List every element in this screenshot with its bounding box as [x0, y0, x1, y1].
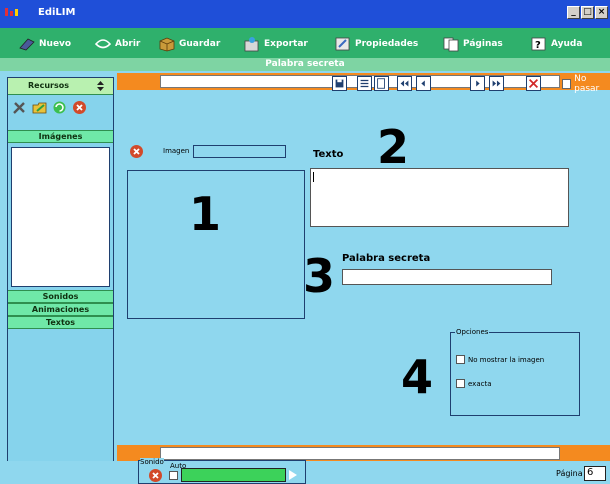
help-icon: ?	[531, 37, 546, 51]
checkbox-box[interactable]	[562, 79, 572, 89]
exacta-checkbox[interactable]: exacta	[456, 379, 492, 388]
main-toolbar: Nuevo Abrir Guardar Exportar Propiedades…	[0, 28, 610, 58]
option-label: exacta	[468, 379, 492, 388]
options-group: Opciones No mostrar la imagen exacta	[450, 328, 580, 416]
page-number[interactable]: 6	[584, 466, 606, 481]
palabra-secreta-input[interactable]	[342, 269, 552, 285]
toolbar-label: Nuevo	[39, 39, 72, 49]
toolbar-propiedades-button[interactable]: Propiedades	[334, 35, 418, 53]
remove-image-icon[interactable]	[129, 144, 144, 159]
play-icon[interactable]	[289, 470, 297, 480]
delete-page-icon[interactable]	[526, 76, 541, 91]
tab-textos[interactable]: Textos	[8, 316, 113, 329]
save-page-icon[interactable]	[332, 76, 347, 91]
title-bar: EdiLIM _ □ ×	[0, 0, 610, 28]
app-icon	[5, 8, 18, 16]
toolbar-nuevo-button[interactable]: Nuevo	[18, 35, 71, 53]
new-page-icon[interactable]	[374, 76, 389, 91]
tab-imagenes[interactable]: Imágenes	[8, 130, 113, 143]
resources-header[interactable]: Recursos	[8, 78, 113, 95]
marker-4: 4	[401, 350, 434, 404]
export-icon	[244, 37, 259, 52]
window-title: EdiLIM	[38, 7, 76, 18]
palabra-secreta-label: Palabra secreta	[342, 253, 431, 264]
open-folder-icon[interactable]	[32, 100, 47, 115]
toolbar-label: Páginas	[463, 39, 503, 49]
minimize-button[interactable]: _	[567, 6, 580, 19]
no-pasar-label: No pasar	[574, 74, 600, 94]
new-icon	[19, 38, 35, 51]
toolbar-label: Ayuda	[551, 39, 583, 49]
toolbar-guardar-button[interactable]: Guardar	[158, 35, 220, 53]
toolbar-exportar-button[interactable]: Exportar	[243, 35, 308, 53]
updown-icon[interactable]	[96, 80, 105, 92]
tab-animaciones[interactable]: Animaciones	[8, 303, 113, 316]
maximize-button[interactable]: □	[581, 6, 594, 19]
open-icon	[94, 39, 112, 49]
toolbar-label: Propiedades	[355, 39, 419, 49]
bottom-text-field[interactable]	[160, 447, 560, 460]
save-icon	[159, 37, 175, 52]
remove-sound-icon[interactable]	[148, 468, 163, 483]
prev-page-icon[interactable]	[416, 76, 431, 91]
no-pasar-checkbox[interactable]: No pasar	[562, 74, 610, 94]
toolbar-label: Exportar	[264, 39, 308, 49]
next-page-icon[interactable]	[470, 76, 485, 91]
toolbar-label: Guardar	[179, 39, 221, 49]
refresh-icon[interactable]	[52, 100, 67, 115]
svg-text:?: ?	[535, 40, 541, 51]
properties-icon	[335, 37, 350, 51]
resources-sidebar: Recursos Imágenes Sonidos Animaciones Te…	[7, 77, 114, 462]
option-label: No mostrar la imagen	[468, 355, 545, 364]
resources-label: Recursos	[28, 81, 69, 90]
text-caret	[313, 172, 314, 182]
last-page-icon[interactable]	[489, 76, 504, 91]
delete-icon[interactable]	[72, 100, 87, 115]
first-page-icon[interactable]	[397, 76, 412, 91]
page-label: Página	[556, 469, 583, 478]
marker-3: 3	[303, 249, 336, 303]
section-title: Palabra secreta	[0, 58, 610, 71]
sound-legend: Sonido	[140, 458, 164, 466]
toolbar-abrir-button[interactable]: Abrir	[94, 35, 140, 53]
toolbar-paginas-button[interactable]: Páginas	[442, 35, 503, 53]
tab-sonidos[interactable]: Sonidos	[8, 290, 113, 303]
options-legend: Opciones	[455, 328, 490, 336]
marker-2: 2	[377, 120, 410, 174]
sound-progress-bar[interactable]	[181, 468, 286, 482]
sound-group: Sonido Auto	[138, 458, 306, 484]
main-area: Recursos Imágenes Sonidos Animaciones Te…	[0, 71, 610, 484]
image-label: Imagen	[163, 147, 190, 155]
checkbox-box[interactable]	[456, 355, 465, 364]
checkbox-box[interactable]	[456, 379, 465, 388]
toolbar-label: Abrir	[115, 39, 141, 49]
no-mostrar-imagen-checkbox[interactable]: No mostrar la imagen	[456, 355, 544, 364]
tools-icon[interactable]	[12, 100, 27, 115]
image-list[interactable]	[11, 147, 110, 287]
toolbar-ayuda-button[interactable]: ? Ayuda	[530, 35, 582, 53]
editor-panel: No pasar Imagen 1 2 3 4 Texto Palabra se…	[117, 71, 610, 484]
image-name-field[interactable]	[193, 145, 286, 158]
texto-textarea[interactable]	[310, 168, 569, 227]
close-button[interactable]: ×	[595, 6, 608, 19]
texto-label: Texto	[313, 149, 344, 160]
marker-1: 1	[189, 187, 222, 241]
list-icon[interactable]	[357, 76, 372, 91]
pages-icon	[443, 37, 459, 52]
auto-checkbox[interactable]	[169, 471, 178, 480]
